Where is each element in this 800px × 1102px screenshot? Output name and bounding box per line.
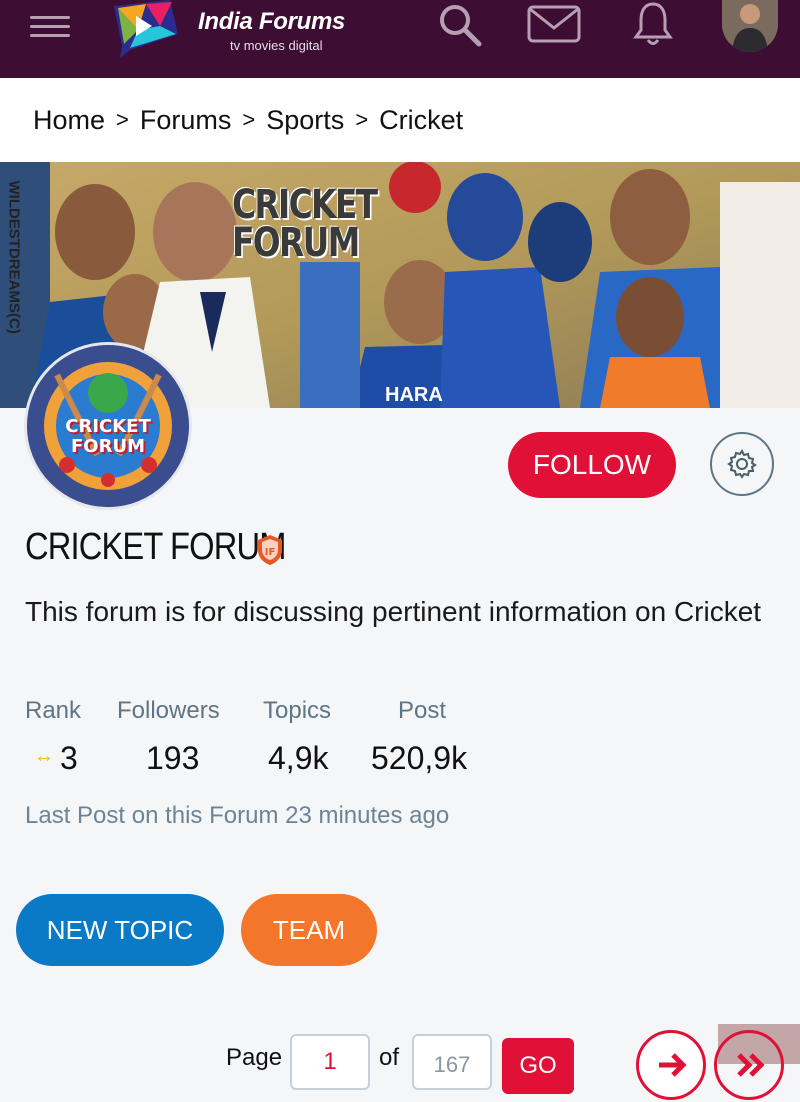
banner-sponsor-text: HARA [385, 384, 443, 406]
top-nav-bar: India Forums tv movies digital [0, 0, 800, 78]
breadcrumb-sports[interactable]: Sports [266, 105, 344, 136]
menu-icon[interactable] [30, 10, 70, 40]
search-icon[interactable] [434, 2, 484, 48]
go-button[interactable]: GO [502, 1038, 574, 1094]
breadcrumb-separator: > [116, 107, 129, 132]
topics-label: Topics [263, 697, 332, 724]
brand-title: India Forums [198, 8, 346, 35]
team-button[interactable]: TEAM [241, 894, 377, 966]
bell-icon[interactable] [632, 0, 674, 48]
rank-value: 3 [60, 740, 78, 776]
page-label: Page [226, 1044, 283, 1071]
settings-button[interactable] [710, 432, 774, 496]
topics-value: 4,9k [268, 740, 329, 776]
last-post-info: Last Post on this Forum 23 minutes ago [25, 802, 450, 829]
post-value: 520,9k [371, 740, 468, 776]
breadcrumb-separator: > [355, 107, 369, 132]
forum-avatar-text: CRICKET FORUM [65, 416, 151, 457]
brand[interactable]: India Forums tv movies digital [198, 8, 345, 53]
forum-avatar: CRICKET FORUM [24, 342, 192, 510]
rank-label: Rank [25, 697, 82, 724]
breadcrumb: Home > Forums > Sports > Cricket [0, 78, 800, 162]
india-forums-logo-icon[interactable] [100, 0, 182, 58]
page-number-input[interactable]: 1 [290, 1034, 370, 1090]
rank-change-icon: ↔ [34, 745, 54, 767]
banner-watermark: WILDESTDREAMS(C) [5, 180, 23, 334]
breadcrumb-forums[interactable]: Forums [140, 105, 232, 136]
mail-icon[interactable] [526, 4, 582, 44]
double-arrow-right-icon [737, 1053, 765, 1077]
breadcrumb-cricket[interactable]: Cricket [379, 105, 463, 136]
next-page-button[interactable] [636, 1030, 706, 1100]
post-label: Post [398, 697, 447, 724]
total-pages: 167 [412, 1034, 492, 1090]
new-topic-button[interactable]: NEW TOPIC [16, 894, 224, 966]
forum-title: CRICKET FORUM [25, 526, 286, 568]
verified-shield-icon: IF [258, 535, 282, 565]
gear-icon [727, 449, 757, 479]
breadcrumb-separator: > [242, 107, 256, 132]
arrow-right-icon [659, 1053, 687, 1077]
followers-label: Followers [117, 697, 220, 724]
follow-button[interactable]: FOLLOW [508, 432, 676, 498]
of-label: of [379, 1044, 400, 1071]
forum-description: This forum is for discussing pertinent i… [25, 596, 762, 627]
breadcrumb-home[interactable]: Home [33, 105, 105, 136]
last-page-button[interactable] [714, 1030, 784, 1100]
svg-text:IF: IF [265, 547, 276, 558]
user-avatar[interactable] [722, 0, 778, 52]
brand-tagline: tv movies digital [230, 38, 323, 53]
banner-title: CRICKET FORUM [232, 182, 378, 266]
followers-value[interactable]: 193 [146, 740, 199, 777]
